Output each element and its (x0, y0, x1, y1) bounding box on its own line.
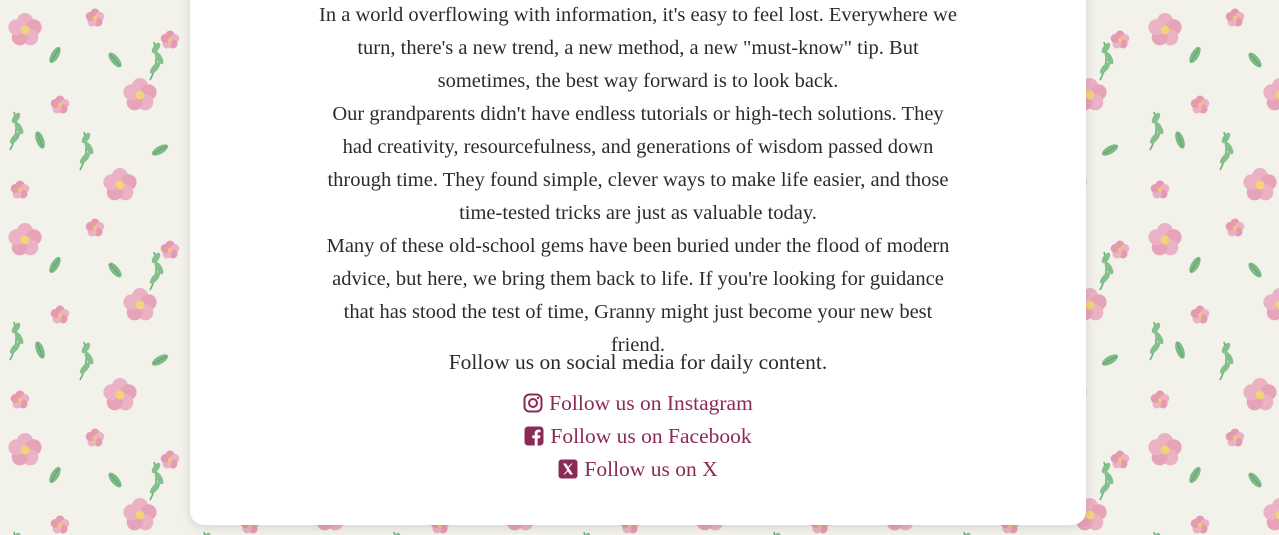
x-link[interactable]: Follow us on X (190, 453, 1086, 486)
instagram-link[interactable]: Follow us on Instagram (190, 387, 1086, 420)
facebook-icon (524, 426, 544, 446)
x-icon (558, 459, 578, 479)
facebook-link[interactable]: Follow us on Facebook (190, 420, 1086, 453)
instagram-icon (523, 393, 543, 413)
story-paragraph-1: In a world overflowing with information,… (319, 4, 957, 92)
content-card: In a world overflowing with information,… (190, 0, 1086, 525)
story-paragraph-2: Our grandparents didn't have endless tut… (327, 103, 949, 224)
social-links: Follow us on Instagram Follow us on Face… (190, 387, 1086, 486)
story-paragraph-3: Many of these old-school gems have been … (326, 235, 950, 356)
story-text: In a world overflowing with information,… (315, 0, 961, 362)
facebook-link-label: Follow us on Facebook (550, 424, 752, 448)
follow-prompt: Follow us on social media for daily cont… (448, 350, 828, 374)
x-link-label: Follow us on X (584, 457, 718, 481)
instagram-link-label: Follow us on Instagram (549, 391, 753, 415)
